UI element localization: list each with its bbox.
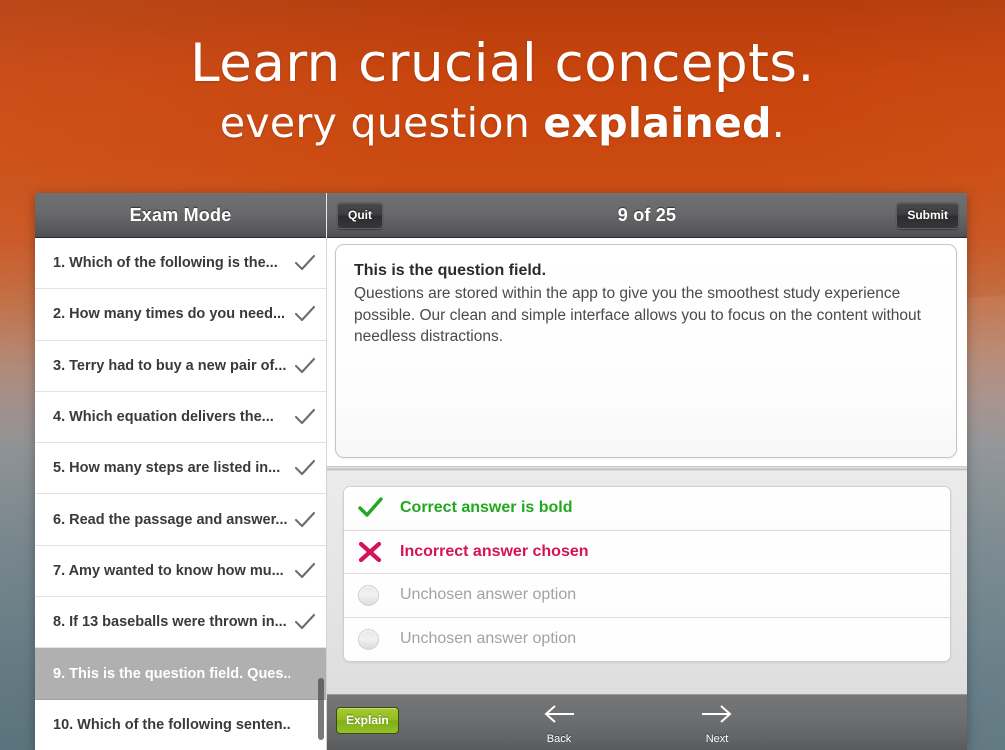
answered-check-icon (290, 305, 320, 323)
app-window: Exam Mode Quit 9 of 25 Submit 1. Which o… (35, 193, 967, 750)
check-icon (358, 497, 400, 519)
answer-option-label: Correct answer is bold (400, 499, 573, 517)
question-list-item[interactable]: 8. If 13 baseballs were thrown in... (35, 597, 326, 649)
question-list-item[interactable]: 5. How many steps are listed in... (35, 443, 326, 495)
exam-mode-title: Exam Mode (129, 205, 232, 225)
explain-button[interactable]: Explain (336, 707, 399, 734)
arrow-right-icon (667, 704, 767, 730)
question-list-item[interactable]: 2. How many times do you need... (35, 289, 326, 341)
question-list: 1. Which of the following is the... 2. Ho… (35, 238, 326, 750)
next-button[interactable]: Next (667, 701, 767, 745)
question-list-item[interactable]: 4. Which equation delivers the... (35, 391, 326, 444)
question-list-item-label: 6. Read the passage and answer... (53, 511, 288, 528)
answered-check-icon (290, 254, 320, 272)
hero-headline: Learn crucial concepts. every question e… (0, 34, 1005, 148)
question-title: This is the question field. (354, 262, 547, 279)
question-list-item-label: 1. Which of the following is the... (53, 255, 278, 272)
answers-zone: Correct answer is bold Incorrect answer c… (327, 471, 967, 694)
sidebar-header: Exam Mode (35, 193, 327, 238)
headline-secondary: every question explained. (0, 98, 1005, 148)
answered-check-icon (290, 459, 320, 477)
question-list-item-label: 7. Amy wanted to know how mu... (53, 562, 284, 579)
answer-option-label: Unchosen answer option (400, 630, 577, 648)
question-list-item[interactable]: 10. Which of the following senten... (35, 699, 326, 750)
question-card: This is the question field. Questions ar… (335, 244, 957, 458)
submit-button[interactable]: Submit (896, 202, 959, 229)
radio-blank-icon (358, 584, 379, 606)
question-zone: This is the question field. Questions ar… (327, 238, 967, 466)
headline-secondary-suffix: . (771, 99, 786, 147)
progress-indicator: 9 of 25 (617, 205, 677, 225)
question-body: Questions are stored within the app to g… (354, 285, 921, 345)
next-label: Next (705, 733, 729, 745)
answered-check-icon (290, 562, 320, 580)
headline-primary: Learn crucial concepts. (190, 33, 815, 94)
answer-option-row[interactable]: Incorrect answer chosen (344, 530, 950, 574)
arrow-left-icon (509, 704, 609, 730)
app-body: 1. Which of the following is the... 2. Ho… (35, 238, 967, 750)
screenshot-root: Learn crucial concepts. every question e… (0, 0, 1005, 750)
back-label: Back (546, 733, 572, 745)
question-list-item-label: 2. How many times do you need... (53, 306, 286, 323)
cross-icon (358, 541, 400, 563)
answered-check-icon (290, 511, 320, 529)
answer-option-label: Unchosen answer option (400, 586, 577, 604)
answer-option-label: Incorrect answer chosen (400, 542, 589, 560)
question-list-item[interactable]: 9. This is the question field. Ques... (35, 648, 326, 700)
answered-check-icon (290, 357, 320, 375)
radio-blank-icon (358, 628, 400, 650)
answered-check-icon (290, 613, 320, 631)
radio-blank-icon (358, 628, 379, 650)
question-list-item-label: 10. Which of the following senten... (53, 716, 290, 733)
question-list-item-label: 3. Terry had to buy a new pair of... (53, 357, 287, 374)
headline-secondary-emphasis: explained (543, 99, 772, 147)
radio-blank-icon (358, 584, 400, 606)
question-list-item[interactable]: 3. Terry had to buy a new pair of... (35, 340, 326, 392)
question-list-item[interactable]: 7. Amy wanted to know how mu... (35, 545, 326, 598)
question-list-item-label: 8. If 13 baseballs were thrown in... (53, 614, 287, 631)
question-list-item[interactable]: 6. Read the passage and answer... (35, 494, 326, 546)
question-list-sidebar[interactable]: 1. Which of the following is the... 2. Ho… (35, 238, 327, 750)
main-content: This is the question field. Questions ar… (327, 238, 967, 750)
answered-check-icon (290, 408, 320, 426)
headline-secondary-prefix: every question (219, 99, 544, 147)
question-list-item-label: 5. How many steps are listed in... (53, 460, 281, 477)
quit-button[interactable]: Quit (337, 202, 383, 229)
answer-option-row[interactable]: Unchosen answer option (344, 617, 950, 661)
sidebar-scrollbar[interactable] (318, 678, 324, 740)
bottom-toolbar: Explain Back Next (327, 694, 967, 750)
answers-card: Correct answer is bold Incorrect answer c… (343, 486, 951, 662)
answer-option-row[interactable]: Unchosen answer option (344, 574, 950, 618)
app-header: Exam Mode Quit 9 of 25 Submit (35, 193, 967, 238)
back-button[interactable]: Back (509, 701, 609, 745)
answer-option-row[interactable]: Correct answer is bold (344, 487, 950, 531)
question-list-item[interactable]: 1. Which of the following is the... (35, 238, 326, 290)
main-header: Quit 9 of 25 Submit (327, 193, 967, 238)
question-list-item-label: 4. Which equation delivers the... (53, 409, 274, 426)
question-list-item-label: 9. This is the question field. Ques... (53, 665, 290, 682)
